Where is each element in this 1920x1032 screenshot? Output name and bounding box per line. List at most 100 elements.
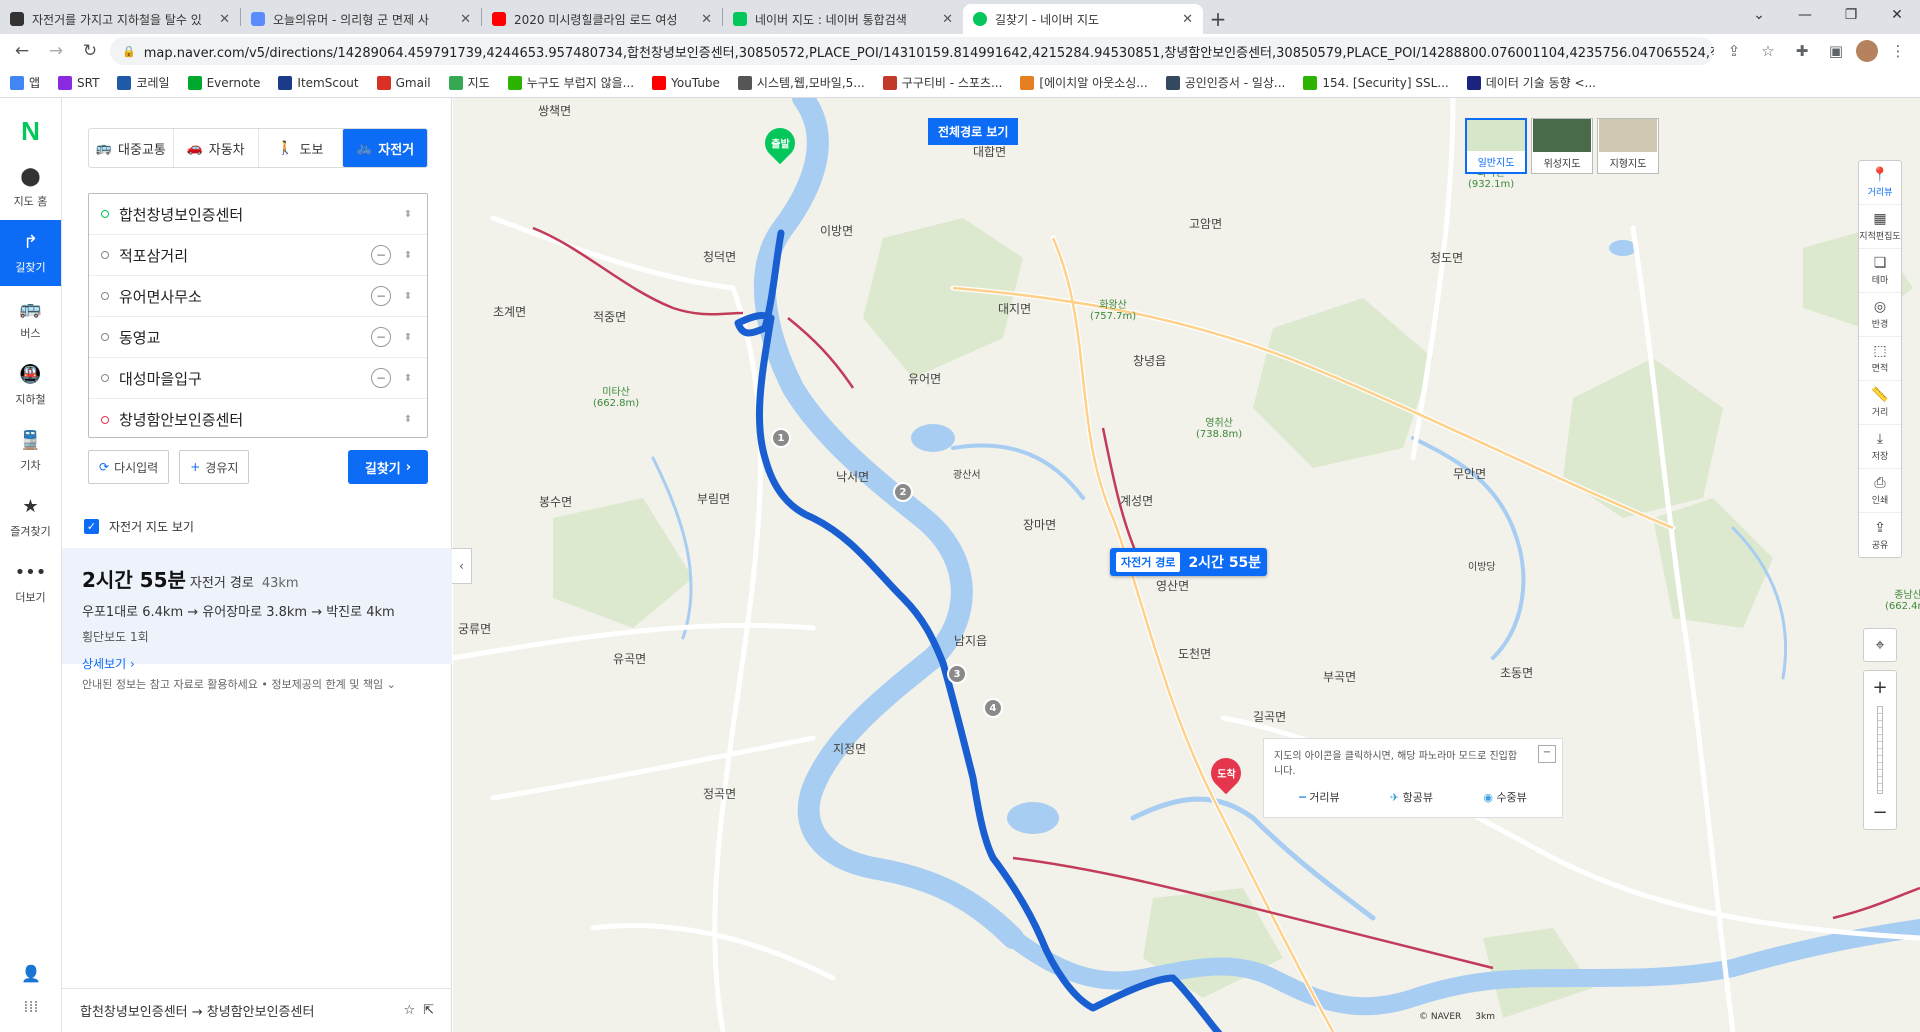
reset-button[interactable]: ⟳ 다시입력 xyxy=(88,450,170,484)
remove-waypoint-button[interactable]: − xyxy=(371,245,391,265)
waypoint-via[interactable]: 유어면사무소 − ⬍ xyxy=(89,276,427,317)
profile-avatar[interactable] xyxy=(1856,40,1878,62)
add-via-button[interactable]: + 경유지 xyxy=(179,450,250,484)
route-summary-bubble[interactable]: 자전거 경로 2시간 55분 xyxy=(1110,548,1268,576)
close-tab-icon[interactable]: ✕ xyxy=(942,12,953,27)
drag-handle-icon[interactable]: ⬍ xyxy=(401,291,415,302)
place-label[interactable]: 부곡면 xyxy=(1323,668,1356,685)
map-type-terrain[interactable]: 지형지도 xyxy=(1597,118,1659,174)
place-label[interactable]: 창녕읍 xyxy=(1133,352,1166,369)
theme-tool[interactable]: ❏ 테마 xyxy=(1859,249,1901,293)
forward-arrow-icon[interactable]: → xyxy=(42,37,70,65)
drag-handle-icon[interactable]: ⬍ xyxy=(401,209,415,220)
area-tool[interactable]: ⬚ 면적 xyxy=(1859,337,1901,381)
pano-aerial-option[interactable]: ✈ 항공뷰 xyxy=(1390,789,1433,805)
naver-logo[interactable]: N xyxy=(0,108,61,154)
collapse-panel-button[interactable]: ‹ xyxy=(452,548,472,584)
bookmark-item[interactable]: 공인인증서 - 일상... xyxy=(1165,74,1285,91)
drag-handle-icon[interactable]: ⬍ xyxy=(401,373,415,384)
waypoint-via[interactable]: 대성마을입구 − ⬍ xyxy=(89,358,427,399)
back-arrow-icon[interactable]: ← xyxy=(8,37,36,65)
waypoint-via[interactable]: 적포삼거리 − ⬍ xyxy=(89,235,427,276)
bookmark-item[interactable]: SRT xyxy=(58,75,99,90)
drag-handle-icon[interactable]: ⬍ xyxy=(401,250,415,261)
place-label[interactable]: 남지읍 xyxy=(954,632,987,649)
place-label[interactable]: 길곡면 xyxy=(1253,708,1286,725)
drag-handle-icon[interactable]: ⬍ xyxy=(401,332,415,343)
browser-tab-active[interactable]: 길찾기 - 네이버 지도 ✕ xyxy=(963,4,1203,34)
drag-handle-icon[interactable]: ⬍ xyxy=(401,414,415,425)
nav-train[interactable]: 🚆 기차 xyxy=(0,418,61,484)
checkbox-checked-icon[interactable]: ✓ xyxy=(84,519,99,534)
share-tool[interactable]: ⇪ 공유 xyxy=(1859,513,1901,557)
bookmark-item[interactable]: 앱 xyxy=(10,74,40,91)
browser-tab[interactable]: 2020 미시령힐클라임 로드 여성 ✕ xyxy=(482,4,722,34)
remove-waypoint-button[interactable]: − xyxy=(371,286,391,306)
new-tab-button[interactable]: + xyxy=(1203,4,1233,34)
menu-dots-icon[interactable]: ⋮ xyxy=(1884,37,1912,65)
waypoint-via[interactable]: 동영교 − ⬍ xyxy=(89,317,427,358)
tab-transit[interactable]: 🚌 대중교통 xyxy=(89,129,174,167)
place-label[interactable]: 유곡면 xyxy=(613,650,646,667)
place-label[interactable]: 이방당 xyxy=(1468,558,1496,573)
details-link[interactable]: 상세보기 › xyxy=(82,655,432,672)
place-label[interactable]: 장마면 xyxy=(1023,516,1056,533)
route-result-card[interactable]: 2시간 55분 자전거 경로 43km 우포1대로 6.4km → 유어장마로 3.… xyxy=(62,548,452,671)
close-tab-icon[interactable]: ✕ xyxy=(219,12,230,27)
place-label[interactable]: 낙서면 xyxy=(836,468,869,485)
place-label[interactable]: 무안면 xyxy=(1453,465,1486,482)
close-window-icon[interactable]: ✕ xyxy=(1874,0,1920,30)
mountain-label[interactable]: 미타산 (662.8m) xyxy=(593,383,639,409)
place-label[interactable]: 부림면 xyxy=(697,490,730,507)
tab-walk[interactable]: 🚶 도보 xyxy=(259,129,344,167)
place-label[interactable]: 적중면 xyxy=(593,308,626,325)
bookmark-item[interactable]: ItemScout xyxy=(278,75,359,90)
bookmark-item[interactable]: Gmail xyxy=(376,75,431,90)
distance-tool[interactable]: 📏 거리 xyxy=(1859,381,1901,425)
full-route-button[interactable]: 전체경로 보기 xyxy=(928,118,1019,145)
waypoint-start[interactable]: 합천창녕보인증센터 ⬍ xyxy=(89,194,427,235)
place-label[interactable]: 쌍책면 xyxy=(538,102,571,119)
mountain-label[interactable]: 종남산 (662.4m) xyxy=(1885,586,1920,612)
waypoint-marker-2[interactable]: 2 xyxy=(893,482,913,502)
place-label[interactable]: 이방면 xyxy=(820,222,853,239)
close-tab-icon[interactable]: ✕ xyxy=(1182,12,1193,27)
place-label[interactable]: 고암면 xyxy=(1189,215,1222,232)
nav-favorites[interactable]: ★ 즐겨찾기 xyxy=(0,484,61,550)
place-label[interactable]: 청덕면 xyxy=(703,248,736,265)
bookmark-item[interactable]: 누구도 부럽지 않을... xyxy=(507,74,634,91)
waypoint-marker-1[interactable]: 1 xyxy=(771,428,791,448)
place-label[interactable]: 영산면 xyxy=(1156,577,1189,594)
bookmark-item[interactable]: 구구티비 - 스포츠... xyxy=(882,74,1002,91)
bookmark-item[interactable]: [에이치알 아웃소싱... xyxy=(1020,74,1148,91)
tab-car[interactable]: 🚗 자동차 xyxy=(174,129,259,167)
my-location-button[interactable]: ⌖ xyxy=(1863,628,1897,662)
map-canvas[interactable]: 쌍책면 대합면 이방면 청덕면 초계면 적중면 대지면 고암면 청도면 유어면 … xyxy=(453,98,1920,1032)
tab-bike[interactable]: 🚲 자전거 xyxy=(343,129,427,167)
waypoint-marker-3[interactable]: 3 xyxy=(947,664,967,684)
zoom-in-icon[interactable]: + xyxy=(1872,677,1887,698)
place-label[interactable]: 궁류면 xyxy=(458,620,491,637)
place-label[interactable]: 유어면 xyxy=(908,370,941,387)
restore-icon[interactable]: ❐ xyxy=(1828,0,1874,30)
place-label[interactable]: 봉수면 xyxy=(539,493,572,510)
bookmark-star-icon[interactable]: ☆ xyxy=(1754,37,1782,65)
mountain-label[interactable]: 영취산 (738.8m) xyxy=(1196,414,1242,440)
reload-icon[interactable]: ↻ xyxy=(76,37,104,65)
bookmark-item[interactable]: 시스템,웹,모바일,5... xyxy=(737,74,865,91)
info-notice[interactable]: 안내된 정보는 참고 자료로 활용하세요 • 정보제공의 한계 및 책임 ⌄ xyxy=(82,676,396,692)
sidepanel-icon[interactable]: ▣ xyxy=(1822,37,1850,65)
place-label[interactable]: 청도면 xyxy=(1430,249,1463,266)
print-tool[interactable]: ⎙ 인쇄 xyxy=(1859,469,1901,513)
tab-search-icon[interactable]: ⌄ xyxy=(1736,0,1782,30)
bookmark-item[interactable]: Evernote xyxy=(187,75,260,90)
nav-bus[interactable]: 🚌 버스 xyxy=(0,286,61,352)
browser-tab[interactable]: 네이버 지도 : 네이버 통합검색 ✕ xyxy=(723,4,963,34)
remove-waypoint-button[interactable]: − xyxy=(371,368,391,388)
place-label[interactable]: 정곡면 xyxy=(703,785,736,802)
user-icon[interactable]: 👤 xyxy=(21,964,41,983)
browser-tab[interactable]: 자전거를 가지고 지하철을 탈수 있 ✕ xyxy=(0,4,240,34)
radius-tool[interactable]: ◎ 반경 xyxy=(1859,293,1901,337)
pano-street-option[interactable]: ━ 거리뷰 xyxy=(1299,789,1340,805)
place-label[interactable]: 지정면 xyxy=(833,740,866,757)
